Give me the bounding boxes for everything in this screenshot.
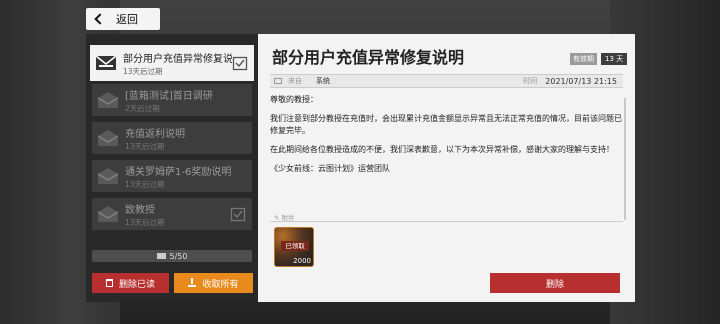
envelope-open-icon [97,89,119,111]
signature: 《少女前线：云图计划》运营团队 [270,164,390,173]
mail-title: 致教授 [125,204,155,216]
mail-icon [156,253,166,259]
mail-title: [蓝箱测试]首日调研 [125,90,213,102]
mail-meta-bar: 来自 系统 时间 2021/07/13 21:15 [270,74,623,88]
mail-expiry: 13天后过期 [123,66,163,76]
validity-days: 13 天 [601,53,628,65]
claimed-stamp: 已领取 [281,241,309,251]
time-value: 2021/07/13 21:15 [545,76,617,86]
mail-title: 部分用户充值异常修复说明 [123,53,232,65]
scrollbar[interactable] [624,98,626,220]
mail-detail-title: 部分用户充值异常修复说明 [272,48,465,67]
time-label: 时间 [523,77,538,85]
envelope-icon [95,52,117,74]
sender-icon [274,78,282,84]
mail-count: 5/50 [169,251,188,261]
receive-all-button[interactable]: 收取所有 [174,273,253,293]
mail-body: 尊敬的教授： 我们注意到部分教授在充值时，会出现累计充值金额显示异常且无法正常充… [270,94,622,222]
item-quantity: 2000 [293,257,311,265]
body-paragraph-2: 在此期间给各位教授造成的不便，我们深表歉意，以下为本次异常补偿，感谢大家的理解与… [270,145,614,154]
envelope-open-icon [97,203,119,225]
mail-item-1[interactable]: [蓝箱测试]首日调研 2天后过期 [92,84,252,116]
body-paragraph-1: 我们注意到部分教授在充值时，会出现累计充值金额显示异常且无法正常充值的情况，目前… [270,114,622,135]
mail-expiry: 13天后过期 [125,217,165,227]
trash-icon [105,279,113,287]
mail-title: 通关罗姆萨1-6奖励说明 [125,166,232,178]
divider [270,221,623,222]
mail-expiry: 13天后过期 [125,141,165,151]
mail-expiry: 2天后过期 [125,103,160,113]
receive-all-label: 收取所有 [202,279,239,290]
mail-item-4[interactable]: 致教授 13天后过期 [92,198,252,230]
back-button[interactable]: 返回 [86,8,160,30]
chevron-left-icon [94,13,106,25]
attachment-box-icon [232,56,248,71]
mail-item-3[interactable]: 通关罗姆萨1-6奖励说明 13天后过期 [92,160,252,192]
delete-button[interactable]: 删除 [490,273,620,293]
mail-item-2[interactable]: 充值返利说明 13天后过期 [92,122,252,154]
envelope-open-icon [97,127,119,149]
mail-title: 充值返利说明 [125,128,185,140]
validity-label: 有效期 [570,53,597,65]
mail-detail-panel: 部分用户充值异常修复说明 有效期 13 天 来自 系统 时间 2021/07/1… [258,34,635,302]
delete-read-label: 删除已读 [118,279,155,290]
mail-list-panel: 部分用户充值异常修复说明 13天后过期 [蓝箱测试]首日调研 2天后过期 充值返… [86,34,258,302]
attachment-box-icon [230,207,246,222]
mail-expiry: 13天后过期 [125,179,165,189]
download-icon [188,278,197,287]
envelope-open-icon [97,165,119,187]
mail-item-0[interactable]: 部分用户充值异常修复说明 13天后过期 [90,45,254,81]
attachment-item[interactable]: 已领取 2000 [274,227,314,267]
from-value: 系统 [316,77,330,85]
delete-label: 删除 [545,279,564,290]
delete-read-button[interactable]: 删除已读 [92,273,169,293]
from-label: 来自 [288,77,302,85]
greeting: 尊敬的教授： [270,95,318,104]
back-label: 返回 [116,13,138,26]
mail-count-bar: 5/50 [92,250,252,262]
